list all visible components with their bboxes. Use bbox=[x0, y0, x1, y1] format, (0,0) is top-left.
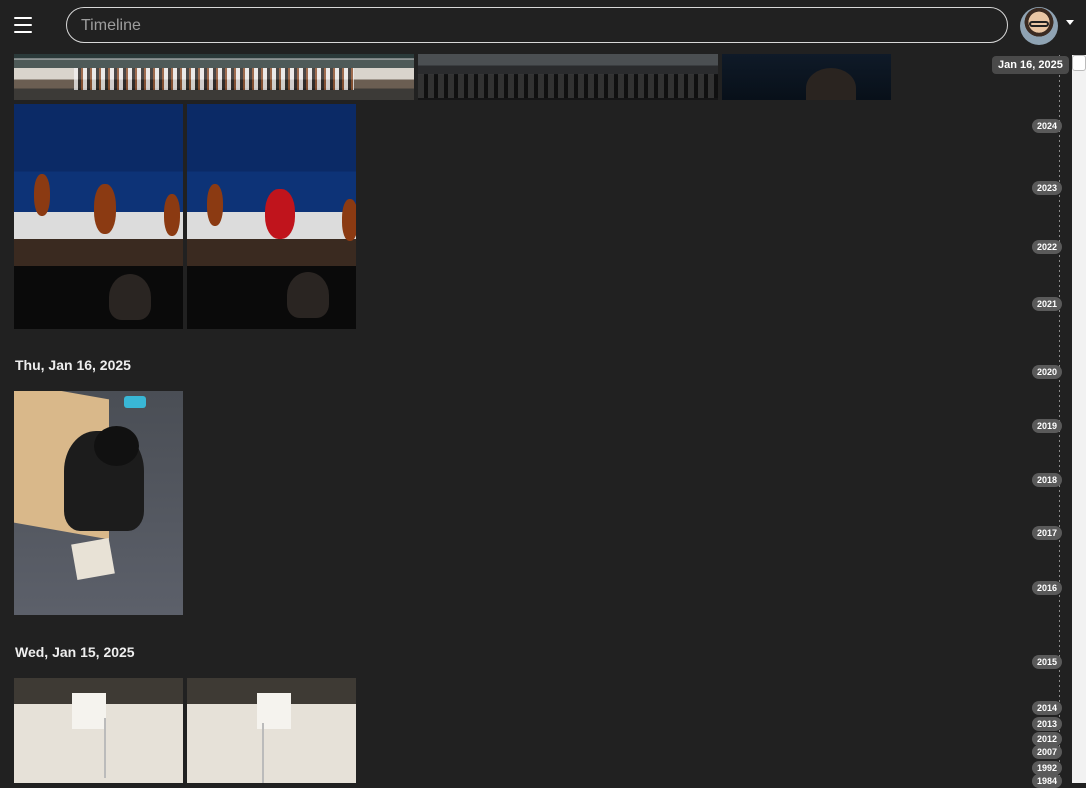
year-marker[interactable]: 2023 bbox=[1032, 181, 1063, 195]
year-marker[interactable]: 2013 bbox=[1032, 717, 1063, 731]
scrubber-track[interactable] bbox=[1059, 55, 1060, 783]
top-app-bar bbox=[0, 0, 1086, 54]
year-marker[interactable]: 2015 bbox=[1032, 655, 1063, 669]
year-marker[interactable]: 2024 bbox=[1032, 119, 1063, 133]
year-marker[interactable]: 2017 bbox=[1032, 526, 1063, 540]
year-marker[interactable]: 2018 bbox=[1032, 473, 1063, 487]
date-section-heading: Wed, Jan 15, 2025 bbox=[15, 644, 135, 660]
date-section-heading: Thu, Jan 16, 2025 bbox=[15, 357, 131, 373]
year-marker[interactable]: 2019 bbox=[1032, 419, 1063, 433]
year-marker[interactable]: 2012 bbox=[1032, 732, 1063, 746]
photo-thumbnail[interactable] bbox=[14, 391, 183, 615]
year-marker[interactable]: 1992 bbox=[1032, 761, 1063, 775]
photo-thumbnail[interactable] bbox=[14, 678, 183, 783]
photo-thumbnail[interactable] bbox=[187, 104, 356, 329]
year-marker[interactable]: 2014 bbox=[1032, 701, 1063, 715]
account-dropdown-caret-icon[interactable] bbox=[1066, 20, 1074, 25]
photo-thumbnail[interactable] bbox=[14, 104, 183, 329]
user-avatar[interactable] bbox=[1020, 7, 1058, 45]
year-marker[interactable]: 1984 bbox=[1032, 774, 1063, 788]
photo-thumbnail[interactable] bbox=[722, 54, 891, 100]
search-input[interactable] bbox=[79, 16, 983, 36]
year-marker[interactable]: 2022 bbox=[1032, 240, 1063, 254]
photo-thumbnail[interactable] bbox=[418, 54, 718, 100]
scrollbar[interactable] bbox=[1072, 55, 1086, 783]
year-marker[interactable]: 2021 bbox=[1032, 297, 1063, 311]
current-date-indicator: Jan 16, 2025 bbox=[992, 56, 1069, 74]
photo-thumbnail[interactable] bbox=[187, 678, 356, 783]
year-marker[interactable]: 2016 bbox=[1032, 581, 1063, 595]
year-marker[interactable]: 2020 bbox=[1032, 365, 1063, 379]
timeline-scrubber[interactable]: Jan 16, 2025 2024 2023 2022 2021 2020 20… bbox=[992, 55, 1086, 788]
year-marker[interactable]: 2007 bbox=[1032, 745, 1063, 759]
photo-thumbnail[interactable] bbox=[14, 54, 414, 100]
hamburger-menu-icon[interactable] bbox=[14, 17, 32, 33]
search-bar[interactable] bbox=[66, 7, 1008, 43]
scrollbar-thumb[interactable] bbox=[1072, 55, 1086, 71]
